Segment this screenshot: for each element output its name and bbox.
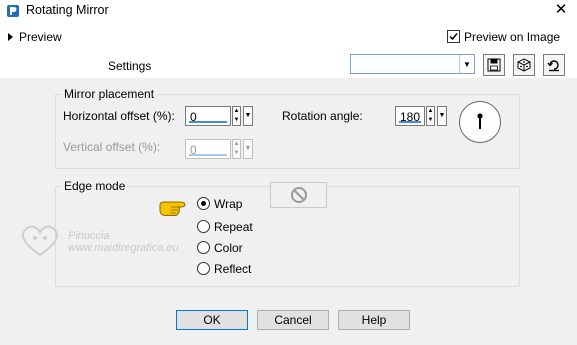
radio-color-label: Color [214,241,243,255]
watermark-url: www.maidiregrafica.eu [68,242,179,254]
save-preset-button[interactable] [483,54,505,76]
settings-dropdown[interactable]: ▼ [350,54,475,74]
reset-button[interactable] [543,54,565,76]
edge-color-swatch[interactable] [270,182,327,208]
radio-reflect-label: Reflect [214,262,252,276]
preview-on-image-label: Preview on Image [464,30,561,44]
radio-unselected-icon [197,241,210,254]
heart-watermark-icon [21,225,59,257]
help-button[interactable]: Help [338,310,410,330]
preview-label: Preview [19,30,62,44]
mirror-placement-title: Mirror placement [62,87,157,101]
horizontal-offset-input[interactable]: 0 [185,106,231,126]
edge-mode-title: Edge mode [62,179,128,193]
settings-label: Settings [108,59,152,73]
vertical-offset-label: Vertical offset (%): [63,140,161,154]
radio-selected-icon [197,197,210,210]
horizontal-offset-label: Horizontal offset (%): [63,109,175,123]
chevron-down-icon[interactable]: ▼ [243,106,253,126]
save-preset-icon [487,58,501,72]
randomize-button[interactable] [513,54,535,76]
app-logo-icon [6,4,20,18]
dial-pointer-icon [477,113,483,129]
radio-repeat-label: Repeat [214,220,253,234]
radio-repeat[interactable]: Repeat [197,220,253,234]
window-title: Rotating Mirror [26,3,109,17]
radio-unselected-icon [197,220,210,233]
preview-toggle[interactable]: Preview [8,30,62,44]
dialog-body: Settings ▼ Mirror placement Horizontal o… [0,54,577,345]
title-bar: Rotating Mirror ✕ [0,0,577,22]
spin-arrows-icon[interactable]: ▲ ▼ [426,106,435,126]
ok-button[interactable]: OK [176,310,248,330]
expand-arrow-icon [8,33,13,41]
radio-wrap[interactable]: Wrap [197,197,242,211]
rotation-angle-input[interactable]: 180 [395,106,425,126]
preview-on-image-checkbox[interactable]: Preview on Image [447,30,560,44]
close-icon[interactable]: ✕ [553,1,569,19]
vertical-offset-spinner: 0 ▲ ▼ ▼ [185,139,257,161]
pointing-hand-icon [158,199,194,220]
radio-color[interactable]: Color [197,241,243,255]
radio-wrap-label: Wrap [214,197,243,211]
horizontal-offset-spinner[interactable]: 0 ▲ ▼ ▼ [185,106,257,128]
no-color-icon [290,187,307,203]
chevron-down-icon[interactable]: ▼ [437,106,447,126]
rotation-angle-spinner[interactable]: 180 ▲ ▼ ▼ [395,106,451,128]
rotation-angle-label: Rotation angle: [282,109,363,123]
checkbox-checked-icon [447,30,460,43]
vertical-offset-input: 0 [185,139,231,159]
radio-unselected-icon [197,262,210,275]
spin-arrows-icon[interactable]: ▲ ▼ [232,106,241,126]
spin-arrows-icon: ▲ ▼ [232,139,241,159]
rotation-dial[interactable] [459,101,501,143]
radio-reflect[interactable]: Reflect [197,262,251,276]
reset-icon [547,60,559,72]
chevron-down-icon: ▼ [243,139,253,159]
chevron-down-icon: ▼ [459,55,474,73]
cancel-button[interactable]: Cancel [257,310,329,330]
randomize-dice-icon [517,58,531,72]
settings-bar: Settings ▼ [0,54,577,78]
watermark-name: Pinuccia [68,230,110,242]
